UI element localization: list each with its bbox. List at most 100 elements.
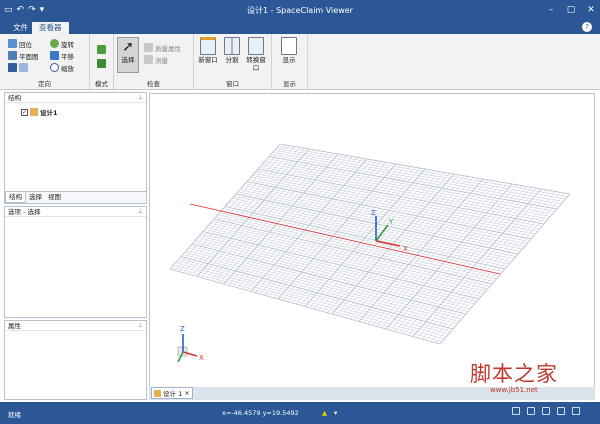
switch-window-icon xyxy=(248,37,264,55)
mode-section-icon xyxy=(97,59,106,68)
ribbon-group-mode: 模式 xyxy=(90,34,114,90)
tree-item-design[interactable]: ✓ 设计1 xyxy=(21,107,58,117)
tab-file[interactable]: 文件 xyxy=(6,22,35,34)
structure-panel-tabs: 结构 选择 视图 xyxy=(5,191,146,203)
select-mode-icon[interactable] xyxy=(512,407,520,415)
plan-view-icon xyxy=(8,51,17,60)
title-bar: ▭ ↶ ↷ ▾ 设计1 - SpaceClaim Viewer – ▢ ✕ xyxy=(0,0,600,21)
lock-icon[interactable] xyxy=(572,407,580,415)
snap-icon[interactable] xyxy=(542,407,550,415)
watermark: 脚本之家 www.jb51.net xyxy=(470,362,595,402)
properties-panel: 属性 ⊥ xyxy=(4,320,147,400)
warning-icon[interactable]: ▲ xyxy=(322,409,327,417)
mode-section-button[interactable] xyxy=(97,58,106,69)
options-panel-header: 选项 - 选择 ⊥ xyxy=(5,207,146,217)
mass-properties-button[interactable]: 质量属性 xyxy=(144,42,181,53)
document-tab[interactable]: 设计 1 × xyxy=(151,387,193,399)
rotate-icon xyxy=(50,39,59,48)
structure-panel-title: 结构 xyxy=(8,94,21,102)
mode-group-label: 模式 xyxy=(95,80,108,88)
zoom-icon xyxy=(50,63,59,72)
visibility-checkbox[interactable]: ✓ xyxy=(21,108,28,116)
split-label: 分割 xyxy=(225,56,239,64)
tab-views[interactable]: 视图 xyxy=(45,192,64,203)
mode-3d-button[interactable] xyxy=(97,44,106,55)
measure-label: 测量 xyxy=(155,56,168,65)
cube-icon xyxy=(8,63,17,72)
split-icon xyxy=(224,37,240,55)
structure-panel-header: 结构 ⊥ xyxy=(5,93,146,103)
view-icon[interactable] xyxy=(557,407,565,415)
properties-panel-header: 属性 ⊥ xyxy=(5,321,146,331)
graphics-viewport[interactable]: X Z Y X Z xyxy=(149,93,595,388)
axis-y-label: Y xyxy=(388,218,394,226)
watermark-text: 脚本之家 xyxy=(470,362,558,386)
ribbon-group-orient: 回位 旋转 平面图 平移 缩放 定向 xyxy=(0,34,90,90)
orient-group-label: 定向 xyxy=(38,80,51,88)
inspect-group-label: 检查 xyxy=(147,80,160,88)
design-icon xyxy=(30,108,38,116)
document-tab-label: 设计 1 xyxy=(163,390,183,398)
structure-panel: 结构 ⊥ ✓ 设计1 结构 选择 视图 xyxy=(4,92,147,204)
cursor-coordinates: x=-46.4579 y=19.5492 xyxy=(222,409,299,417)
axis-z-label: Z xyxy=(371,209,376,217)
display-label: 显示 xyxy=(282,56,296,64)
display-style-icon xyxy=(19,63,28,72)
new-window-label: 新窗口 xyxy=(198,56,218,64)
pin-icon[interactable]: ⊥ xyxy=(138,207,143,217)
home-button[interactable]: 回位 xyxy=(8,38,32,49)
mass-properties-icon xyxy=(144,43,153,52)
status-bar-tools xyxy=(512,407,580,415)
cursor-icon: ➚ xyxy=(122,39,134,55)
options-panel-title: 选项 - 选择 xyxy=(8,208,41,216)
pan-label: 平移 xyxy=(61,52,74,61)
select-button[interactable]: ➚ 选择 xyxy=(117,37,139,73)
measure-button[interactable]: 测量 xyxy=(144,54,168,65)
grid-line xyxy=(169,268,441,345)
properties-panel-title: 属性 xyxy=(8,322,21,330)
pin-icon[interactable]: ⊥ xyxy=(138,321,143,331)
corner-axis-triad: X Z xyxy=(177,325,204,363)
rotate-button[interactable]: 旋转 xyxy=(50,38,74,49)
ribbon-group-inspect: ➚ 选择 质量属性 测量 检查 xyxy=(114,34,194,90)
new-window-button[interactable]: 新窗口 xyxy=(197,37,219,64)
corner-axis-z-label: Z xyxy=(180,325,185,333)
filter-icon[interactable] xyxy=(527,407,535,415)
split-button[interactable]: 分割 xyxy=(221,37,243,64)
tab-structure[interactable]: 结构 xyxy=(5,192,26,203)
rotate-label: 旋转 xyxy=(61,40,74,49)
close-icon[interactable]: ✕ xyxy=(586,3,596,17)
zoom-button[interactable]: 缩放 xyxy=(50,62,74,73)
help-icon[interactable]: ? xyxy=(582,22,592,32)
restore-icon[interactable]: ▢ xyxy=(566,3,576,17)
warning-dropdown-icon[interactable]: ▾ xyxy=(334,409,337,417)
pin-icon[interactable]: ⊥ xyxy=(138,93,143,103)
design-icon xyxy=(154,389,161,397)
mass-properties-label: 质量属性 xyxy=(155,44,181,53)
status-bar: 就绪 x=-46.4579 y=19.5492 ▲ ▾ xyxy=(0,402,600,424)
watermark-url: www.jb51.net xyxy=(490,386,538,394)
window-controls: – ▢ ✕ xyxy=(546,3,596,17)
switch-window-button[interactable]: 转换窗口 xyxy=(245,37,267,72)
tab-viewer[interactable]: 查看器 xyxy=(32,22,69,34)
tab-selection[interactable]: 选择 xyxy=(26,192,45,203)
ribbon-tabs: 文件 查看器 ? xyxy=(0,21,600,34)
window-title: 设计1 - SpaceClaim Viewer xyxy=(247,6,353,15)
new-window-icon xyxy=(200,37,216,55)
display-icon xyxy=(281,37,297,55)
display-group-label: 显示 xyxy=(283,80,296,88)
window-group-label: 窗口 xyxy=(226,80,239,88)
close-tab-icon[interactable]: × xyxy=(184,389,189,397)
view-cube-button[interactable] xyxy=(8,62,28,73)
ribbon-group-display: 显示 显示 xyxy=(272,34,308,90)
grid-line xyxy=(171,266,443,342)
ribbon: 回位 旋转 平面图 平移 缩放 定向 模式 ➚ 选择 质量属性 测量 检查 新窗… xyxy=(0,34,600,90)
switch-window-label: 转换窗口 xyxy=(246,56,266,72)
display-button[interactable]: 显示 xyxy=(278,37,300,64)
plan-view-button[interactable]: 平面图 xyxy=(8,50,39,61)
grid-canvas: X Z Y X Z xyxy=(169,143,571,363)
minimize-icon[interactable]: – xyxy=(546,3,556,17)
ground-grid xyxy=(169,143,571,345)
measure-icon xyxy=(144,55,153,64)
pan-button[interactable]: 平移 xyxy=(50,50,74,61)
